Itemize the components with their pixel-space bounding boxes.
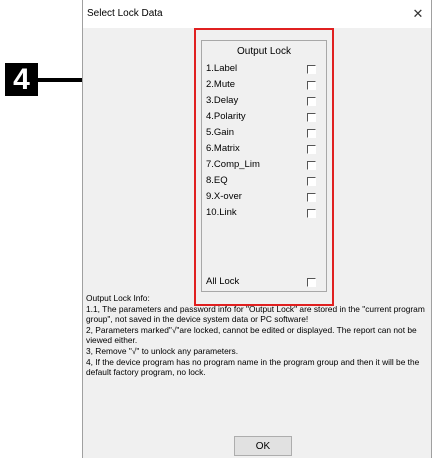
lock-checkbox-label[interactable] <box>307 65 316 74</box>
lock-item-label-text: 1.Label <box>206 63 238 74</box>
lock-item-comp-lim-text: 7.Comp_Lim <box>206 159 260 170</box>
lock-item-x-over: 9.X-over <box>206 190 320 204</box>
output-lock-info: Output Lock Info: 1.1, The parameters an… <box>86 293 431 378</box>
dialog-titlebar: Select Lock Data ✕ <box>83 0 431 28</box>
lock-checkbox-link[interactable] <box>307 209 316 218</box>
lock-checkbox-gain[interactable] <box>307 129 316 138</box>
lock-item-link-text: 10.Link <box>206 207 237 218</box>
info-line-3: 3, Remove "√" to unlock any parameters. <box>86 345 239 356</box>
all-lock-checkbox[interactable] <box>307 278 316 287</box>
all-lock-row: All Lock <box>206 275 320 289</box>
lock-checkbox-matrix[interactable] <box>307 145 316 154</box>
lock-item-matrix: 6.Matrix <box>206 142 320 156</box>
info-line-4: 4, If the device program has no program … <box>86 356 420 378</box>
lock-checkbox-comp-lim[interactable] <box>307 161 316 170</box>
all-lock-label: All Lock <box>206 276 240 287</box>
lock-item-eq: 8.EQ <box>206 174 320 188</box>
select-lock-data-dialog: Select Lock Data ✕ Output Lock 1.Label 2… <box>82 0 432 458</box>
lock-checkbox-eq[interactable] <box>307 177 316 186</box>
lock-item-link: 10.Link <box>206 206 320 220</box>
lock-item-x-over-text: 9.X-over <box>206 191 242 202</box>
lock-checkbox-x-over[interactable] <box>307 193 316 202</box>
callout-number-badge: 4 <box>5 63 38 96</box>
lock-checkbox-polarity[interactable] <box>307 113 316 122</box>
info-line-2: 2, Parameters marked"√"are locked, canno… <box>86 324 417 346</box>
lock-item-polarity: 4.Polarity <box>206 110 320 124</box>
lock-item-mute: 2.Mute <box>206 78 320 92</box>
output-lock-group-title: Output Lock <box>237 46 291 57</box>
lock-item-gain: 5.Gain <box>206 126 320 140</box>
ok-button[interactable]: OK <box>234 436 292 456</box>
lock-item-eq-text: 8.EQ <box>206 175 228 186</box>
lock-item-matrix-text: 6.Matrix <box>206 143 240 154</box>
lock-item-delay: 3.Delay <box>206 94 320 108</box>
lock-checkbox-delay[interactable] <box>307 97 316 106</box>
lock-item-delay-text: 3.Delay <box>206 95 239 106</box>
output-lock-group: Output Lock 1.Label 2.Mute 3.Delay 4.Pol… <box>201 40 327 292</box>
lock-item-label: 1.Label <box>206 62 320 76</box>
lock-checkbox-mute[interactable] <box>307 81 316 90</box>
lock-item-polarity-text: 4.Polarity <box>206 111 246 122</box>
lock-item-comp-lim: 7.Comp_Lim <box>206 158 320 172</box>
close-icon[interactable]: ✕ <box>407 4 429 24</box>
lock-item-mute-text: 2.Mute <box>206 79 236 90</box>
screenshot-stage: 4 Select Lock Data ✕ Output Lock 1.Label… <box>0 0 434 458</box>
info-line-1: 1.1, The parameters and password info fo… <box>86 303 425 325</box>
dialog-title: Select Lock Data <box>87 8 163 19</box>
lock-item-gain-text: 5.Gain <box>206 127 234 138</box>
info-heading: Output Lock Info: <box>86 293 150 303</box>
